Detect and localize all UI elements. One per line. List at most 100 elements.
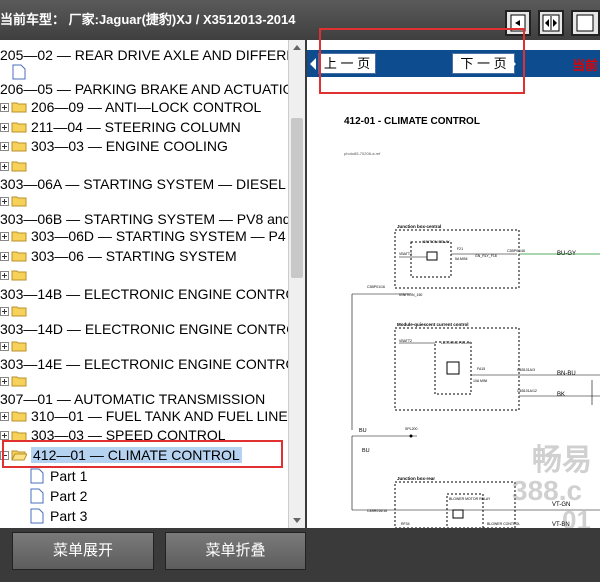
expand-icon[interactable] xyxy=(0,411,9,421)
tree-node[interactable] xyxy=(0,302,31,320)
tree-node[interactable]: Part 2 xyxy=(30,487,87,505)
tree-node[interactable]: 206—09 — ANTI—LOCK CONTROL xyxy=(0,98,261,116)
scroll-down-icon[interactable] xyxy=(293,518,301,523)
tree-node[interactable]: 303—06 — STARTING SYSTEM xyxy=(0,247,237,265)
tree-node[interactable]: Part 1 xyxy=(30,467,87,485)
tree-node[interactable]: 206—05 — PARKING BRAKE AND ACTUATION xyxy=(0,80,303,98)
tree-node[interactable] xyxy=(0,192,31,210)
jb-rear-label: Junction box-rear xyxy=(397,476,435,481)
tree-node[interactable]: 303—03 — SPEED CONTROL xyxy=(0,427,226,442)
document-icon xyxy=(30,468,44,484)
tree-node[interactable]: 211—04 — STEERING COLUMN xyxy=(0,118,241,136)
collapse-icon[interactable] xyxy=(0,450,9,460)
tree-node[interactable]: 303—06D — STARTING SYSTEM — P4 xyxy=(0,227,286,245)
tree-panel: 205—02 — REAR DRIVE AXLE AND DIFFERENTIA… xyxy=(0,40,305,528)
svg-text:C3BP01/46: C3BP01/46 xyxy=(507,249,525,253)
expand-icon[interactable] xyxy=(0,231,9,241)
tree-node[interactable]: 303—03 — ENGINE COOLING xyxy=(0,137,228,155)
expand-icon[interactable] xyxy=(0,161,9,171)
expand-icon[interactable] xyxy=(0,376,9,386)
page-button[interactable] xyxy=(571,10,600,36)
next-page-button[interactable]: 下 一 页 xyxy=(452,53,515,74)
folder-icon xyxy=(11,161,27,172)
folder-icon xyxy=(11,411,27,422)
top-bar: 当前车型： 厂家:Jaguar(捷豹)XJ / X3512013-2014 xyxy=(0,0,600,40)
expand-icon[interactable] xyxy=(0,141,9,151)
svg-text:5A MINI: 5A MINI xyxy=(455,257,467,261)
folder-icon xyxy=(11,376,27,387)
next-arrow-icon xyxy=(510,58,516,70)
expand-icon[interactable] xyxy=(0,251,9,261)
tree-node[interactable]: Part 3 xyxy=(30,507,87,525)
wire-color-bk: BK xyxy=(557,392,565,398)
svg-text:GN_RLY_F18: GN_RLY_F18 xyxy=(475,254,497,258)
folder-icon xyxy=(11,251,27,262)
collapse-all-button[interactable]: 菜单折叠 xyxy=(165,532,306,570)
expand-icon[interactable] xyxy=(0,431,9,440)
tree-node[interactable] xyxy=(0,157,31,175)
svg-text:C4BR016/16: C4BR016/16 xyxy=(367,509,387,513)
tree-node[interactable]: 303—14E — ELECTRONIC ENGINE CONTROLS — xyxy=(0,355,303,373)
fit-page-icon xyxy=(510,14,526,32)
wire-color-bn-bu: BN-BU xyxy=(557,371,576,377)
expand-icon[interactable] xyxy=(0,306,9,316)
prev-arrow-icon xyxy=(310,58,316,70)
expand-icon[interactable] xyxy=(0,270,9,280)
svg-text:BLOWER MOTOR RELAY: BLOWER MOTOR RELAY xyxy=(449,497,491,501)
tree-node[interactable]: 205—02 — REAR DRIVE AXLE AND DIFFERENTIA… xyxy=(0,46,303,64)
folder-icon xyxy=(11,431,27,442)
svg-text:BLOWER CONTROL: BLOWER CONTROL xyxy=(487,522,520,526)
tree-node[interactable]: 310—01 — FUEL TANK AND FUEL LINES xyxy=(0,407,297,425)
folder-icon xyxy=(11,306,27,317)
diagram-ref: photo65-70206-a.ref xyxy=(344,151,381,156)
tree-node[interactable] xyxy=(0,372,31,390)
svg-text:C4B101A/3: C4B101A/3 xyxy=(517,368,535,372)
fit-width-icon xyxy=(542,14,560,32)
svg-text:10A MINI: 10A MINI xyxy=(473,379,487,383)
document-icon xyxy=(30,508,44,524)
current-page-label: 当前 xyxy=(571,58,598,73)
document-viewer: 上 一 页 下 一 页 当前 412-01 - CLIMATE CONTROL … xyxy=(307,40,600,528)
tree-node[interactable]: 307—01 — AUTOMATIC TRANSMISSION xyxy=(0,390,265,408)
tree-node-selected[interactable]: 412—01 — CLIMATE CONTROL xyxy=(0,446,242,464)
module-label: Module-quiescent current control xyxy=(397,322,469,327)
svg-text:IGNITION_150: IGNITION_150 xyxy=(399,293,422,297)
folder-icon xyxy=(11,341,27,352)
svg-text:RF34: RF34 xyxy=(401,522,410,526)
fit-page-button[interactable] xyxy=(505,10,531,36)
expand-icon[interactable] xyxy=(0,196,9,206)
tree-node[interactable] xyxy=(0,337,31,355)
folder-icon xyxy=(11,141,27,152)
tree-scrollbar[interactable] xyxy=(288,40,305,528)
svg-text:FA15: FA15 xyxy=(477,367,485,371)
tree-node[interactable]: 303—06B — STARTING SYSTEM — PV8 and PV6 xyxy=(0,210,303,228)
svg-text:F21: F21 xyxy=(457,247,463,251)
svg-text:LATCHING RELAY: LATCHING RELAY xyxy=(441,341,471,345)
folder-icon xyxy=(11,270,27,281)
vehicle-info: 当前车型： 厂家:Jaguar(捷豹)XJ / X3512013-2014 xyxy=(0,12,296,27)
folder-icon xyxy=(11,231,27,242)
wire-color-bu-gy: BU-GY xyxy=(557,251,576,257)
folder-icon xyxy=(11,102,27,113)
prev-page-button[interactable]: 上 一 页 xyxy=(318,53,376,74)
folder-icon xyxy=(11,122,27,133)
expand-icon[interactable] xyxy=(0,102,9,112)
watermark: 畅易 xyxy=(532,444,592,477)
tree-node[interactable] xyxy=(12,63,32,81)
folder-icon xyxy=(11,196,27,207)
tree-node[interactable]: 303—14B — ELECTRONIC ENGINE CONTROLS — xyxy=(0,285,303,303)
folder-open-icon xyxy=(11,450,27,461)
scroll-up-icon[interactable] xyxy=(293,45,301,50)
fit-width-button[interactable] xyxy=(538,10,564,36)
tree-node[interactable]: 303—14D — ELECTRONIC ENGINE CONTROLS — xyxy=(0,320,303,338)
expand-all-button[interactable]: 菜单展开 xyxy=(12,532,154,570)
expand-icon[interactable] xyxy=(0,341,9,351)
jb-central-label: Junction box-central xyxy=(397,224,441,229)
scroll-thumb[interactable] xyxy=(291,118,303,278)
expand-icon[interactable] xyxy=(0,122,9,132)
tree-node[interactable] xyxy=(0,266,31,284)
svg-text:VBATT2: VBATT2 xyxy=(399,252,412,256)
svg-text:BU: BU xyxy=(362,448,370,454)
svg-text:SPL200: SPL200 xyxy=(405,427,418,431)
tree-node[interactable]: 303—06A — STARTING SYSTEM — DIESEL xyxy=(0,175,286,193)
